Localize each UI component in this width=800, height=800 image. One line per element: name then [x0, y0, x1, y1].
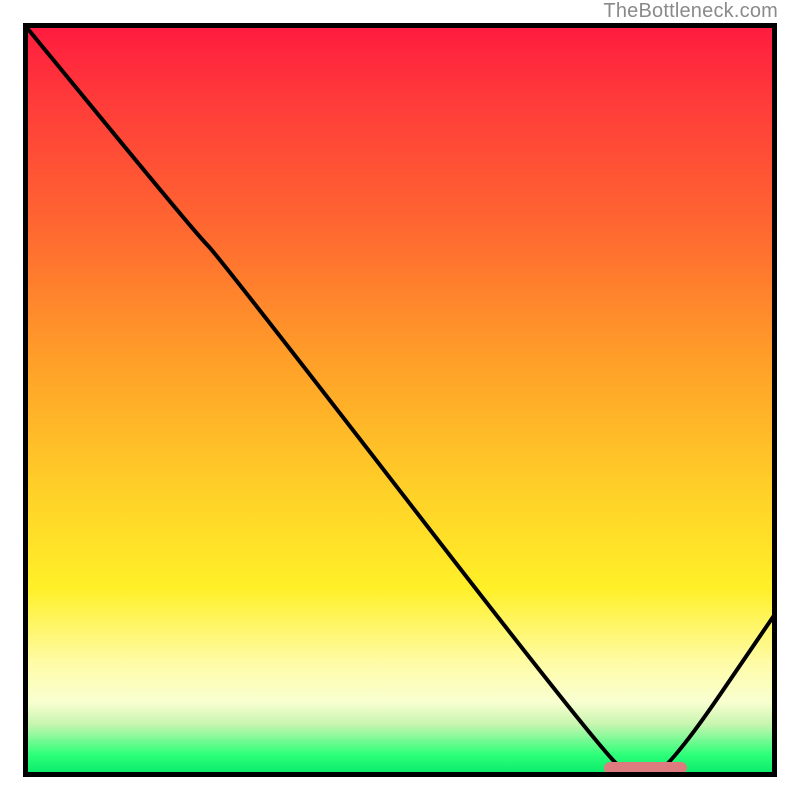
- bottleneck-curve-plot: [23, 23, 777, 777]
- optimal-range-marker: [604, 762, 687, 774]
- attribution-text: TheBottleneck.com: [603, 0, 778, 23]
- bottleneck-curve-path: [23, 23, 777, 777]
- chart-container: TheBottleneck.com: [0, 0, 800, 800]
